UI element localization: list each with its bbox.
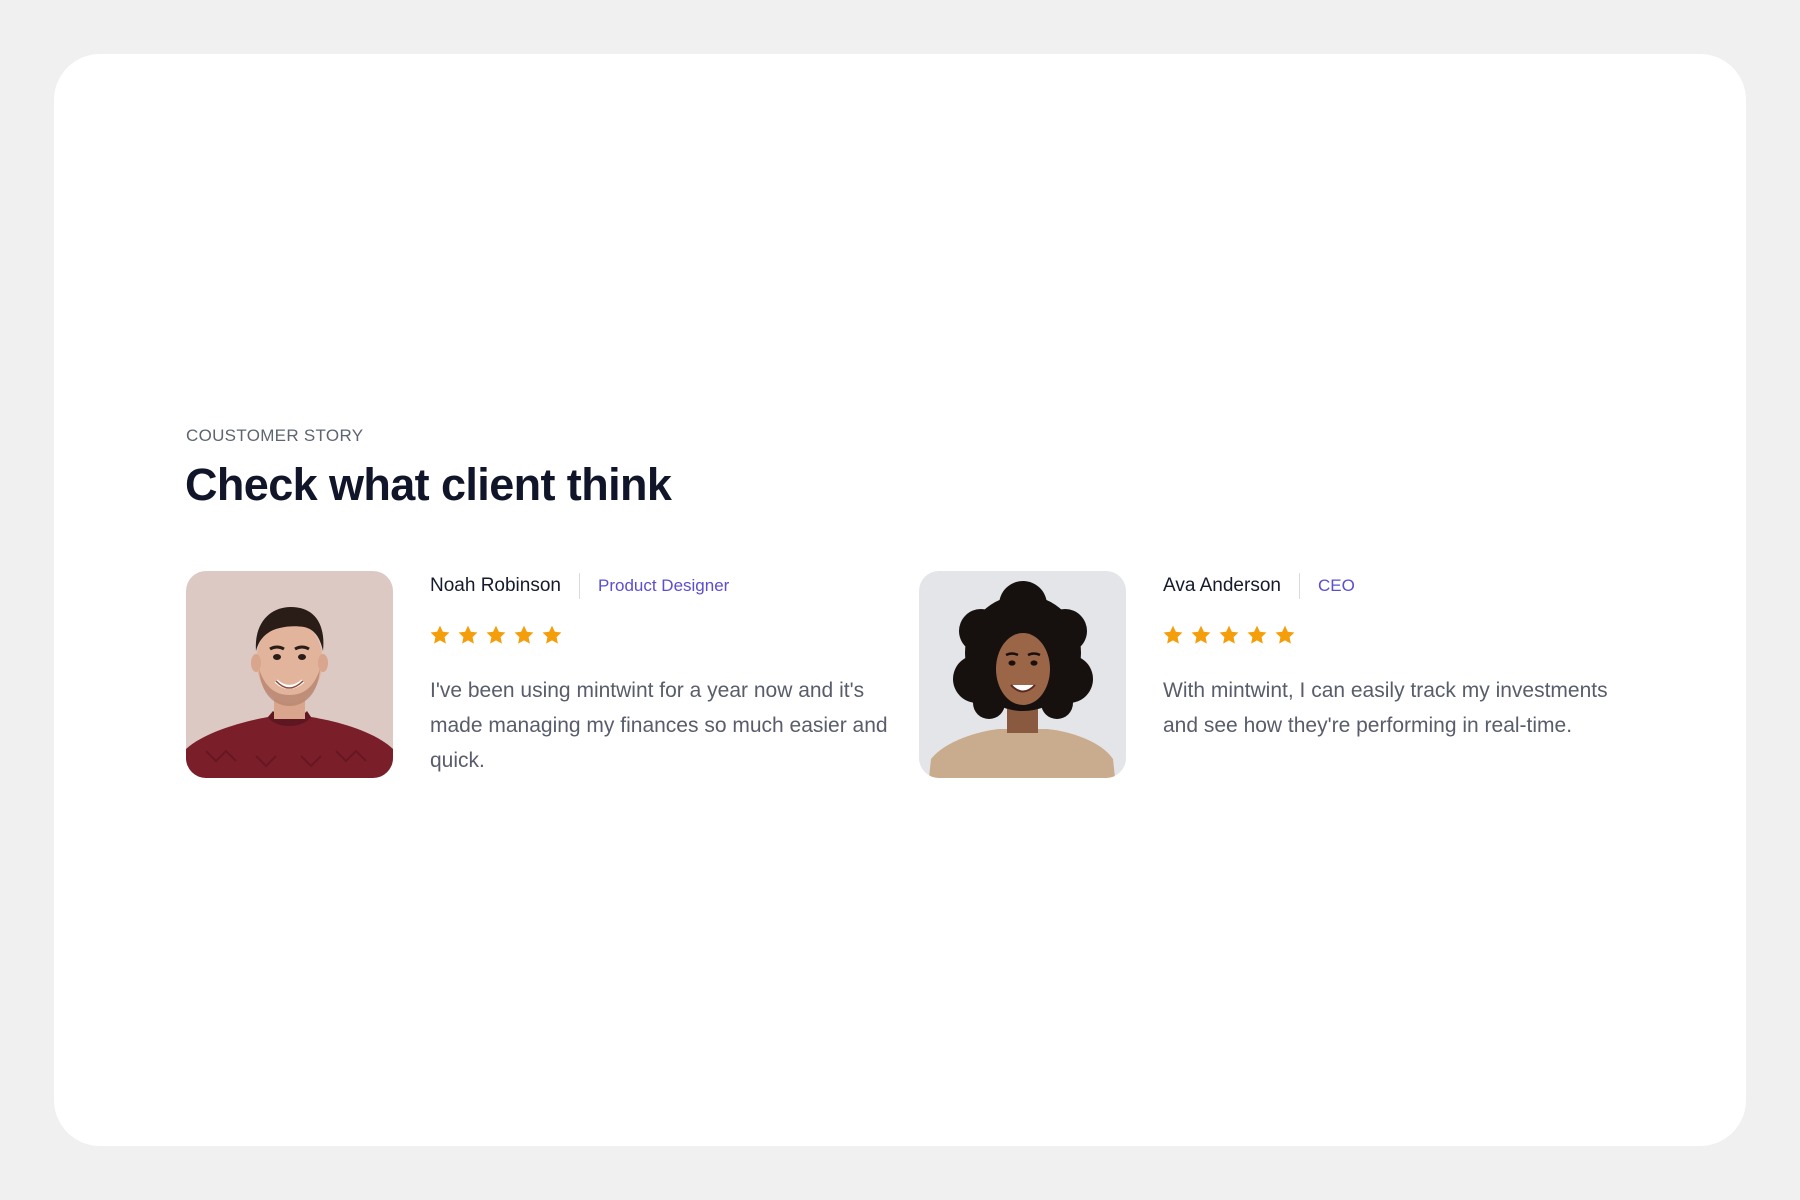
author-meta: Ava Anderson CEO: [1163, 571, 1355, 601]
testimonial-item: Noah Robinson Product Designer I've been…: [186, 571, 888, 778]
star-icon: [1191, 625, 1211, 644]
meta-divider: [578, 573, 580, 599]
star-icon: [486, 625, 506, 644]
star-icon: [430, 625, 450, 644]
star-icon: [1219, 625, 1239, 644]
author-role: CEO: [1317, 576, 1355, 595]
testimonial-quote: I've been using mintwint for a year now …: [430, 679, 888, 772]
avatar-photo-woman: [919, 571, 1126, 778]
author-meta: Noah Robinson Product Designer: [430, 571, 729, 601]
avatar: [186, 571, 393, 778]
testimonial-quote: With mintwint, I can easily track my inv…: [1163, 679, 1608, 737]
avatar-photo-man: [186, 571, 393, 778]
meta-divider: [1298, 573, 1300, 599]
star-icon: [1163, 625, 1183, 644]
star-icon: [514, 625, 534, 644]
author-role: Product Designer: [597, 576, 730, 595]
star-icon: [1275, 625, 1295, 644]
section-eyebrow: COUSTOMER STORY: [186, 426, 364, 445]
section-title: Check what client think: [185, 459, 672, 510]
author-name: Noah Robinson: [430, 575, 561, 596]
star-rating: [429, 624, 563, 646]
star-rating: [1162, 624, 1296, 646]
star-icon: [542, 625, 562, 644]
author-name: Ava Anderson: [1163, 575, 1281, 596]
testimonial-item: Ava Anderson CEO With mintwint, I can ea…: [919, 571, 1619, 778]
star-icon: [1247, 625, 1267, 644]
star-icon: [458, 625, 478, 644]
avatar: [919, 571, 1126, 778]
